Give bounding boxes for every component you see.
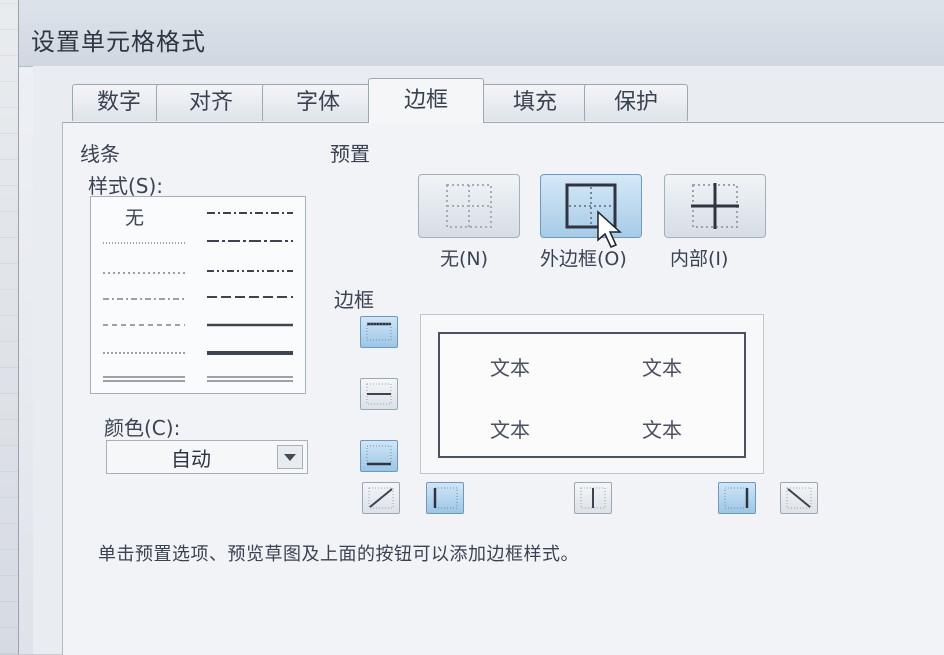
border-left-button[interactable] [426, 482, 464, 514]
mouse-cursor-icon [596, 210, 624, 254]
border-none-icon [446, 184, 492, 228]
line-color-value: 自动 [171, 447, 211, 471]
border-inside-icon [691, 183, 739, 229]
tab-number[interactable]: 数字 [72, 84, 166, 121]
border-left-icon [433, 487, 458, 509]
line-color-select[interactable]: 自动 [106, 440, 308, 474]
preset-inside-button[interactable] [664, 174, 766, 238]
border-diagonal-up-button[interactable] [362, 482, 400, 514]
preview-text-top-right: 文本 [642, 356, 682, 380]
preset-outline-button[interactable] [540, 174, 642, 238]
border-bottom-button[interactable] [360, 440, 398, 472]
preview-text-top-left: 文本 [490, 356, 530, 380]
line-style-list[interactable]: 无 [90, 196, 306, 394]
diagonal-up-icon [368, 487, 394, 509]
border-inside-horizontal-icon [366, 383, 392, 405]
hint-text: 单击预置选项、预览草图及上面的按钮可以添加边框样式。 [98, 544, 579, 565]
border-preview-box[interactable] [438, 332, 746, 458]
border-diagonal-down-button[interactable] [780, 482, 818, 514]
border-section-label: 边框 [334, 288, 374, 312]
preset-inside-label: 内部(I) [670, 248, 729, 270]
tab-font[interactable]: 字体 [262, 84, 374, 121]
border-top-button[interactable] [360, 316, 398, 348]
border-right-icon [724, 487, 749, 509]
dialog-title: 设置单元格格式 [31, 28, 206, 56]
preview-text-bottom-left: 文本 [490, 418, 530, 442]
tab-fill[interactable]: 填充 [480, 84, 590, 121]
line-style-options [103, 212, 293, 382]
preset-none-button[interactable] [418, 174, 520, 238]
border-right-button[interactable] [718, 482, 756, 514]
border-top-icon [366, 322, 392, 341]
tab-border[interactable]: 边框 [368, 78, 484, 123]
border-middle-vertical-button[interactable] [574, 482, 612, 514]
tab-alignment[interactable]: 对齐 [156, 84, 266, 121]
tab-protection[interactable]: 保护 [584, 84, 688, 121]
border-outline-icon [565, 183, 617, 229]
dropdown-arrow-icon[interactable] [277, 445, 303, 469]
preset-none-label: 无(N) [440, 248, 489, 270]
presets-section-label: 预置 [330, 142, 370, 166]
border-inside-vertical-icon [580, 487, 606, 509]
line-section-label: 线条 [80, 142, 120, 166]
diagonal-down-icon [786, 487, 812, 509]
border-bottom-icon [366, 445, 392, 466]
dialog-titlebar[interactable]: 设置单元格格式 [19, 0, 944, 67]
style-label: 样式(S): [88, 174, 164, 198]
color-label: 颜色(C): [104, 416, 181, 440]
preview-text-bottom-right: 文本 [642, 418, 682, 442]
border-middle-horizontal-button[interactable] [360, 378, 398, 410]
